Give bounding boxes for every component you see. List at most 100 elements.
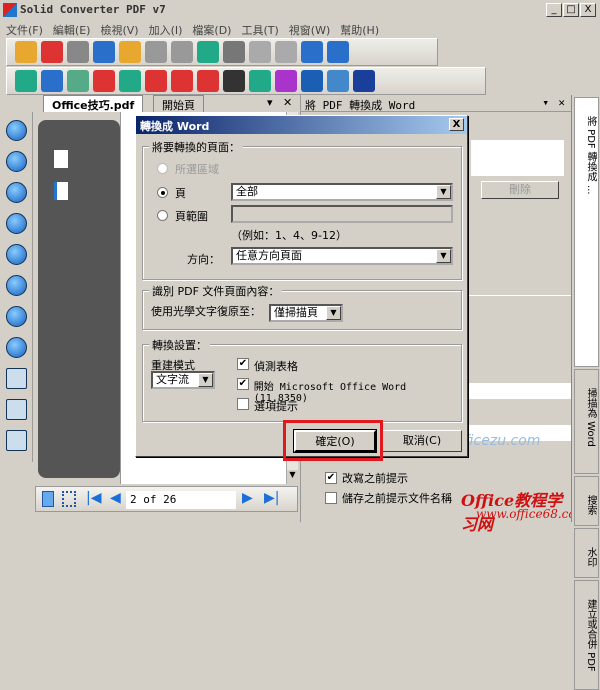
delete-button[interactable]: 刪除 — [481, 181, 559, 199]
detect-tables-checkbox[interactable]: ✔ 偵測表格 — [237, 358, 298, 374]
menu-item-4[interactable]: 檔案(D) — [192, 22, 231, 38]
minimize-button[interactable]: _ — [546, 3, 562, 17]
binoculars-icon[interactable] — [197, 41, 219, 63]
chevron-down-icon[interactable]: ▼ — [436, 249, 451, 263]
menu-item-5[interactable]: 工具(T) — [241, 22, 278, 38]
multi-page-icon[interactable] — [62, 491, 76, 507]
single-page-view-icon[interactable] — [6, 368, 27, 389]
vertical-tab-0[interactable]: 將 PDF 轉換成 ... — [574, 97, 599, 367]
panel-menu-icon[interactable]: ▾ — [542, 96, 549, 109]
panel-close-icon[interactable]: ✕ — [558, 96, 565, 109]
mode-select[interactable]: 文字流 ▼ — [151, 371, 215, 389]
scroll-down-icon[interactable]: ▼ — [287, 470, 298, 484]
radio-page[interactable] — [157, 187, 168, 198]
fit-width-icon[interactable] — [6, 213, 27, 234]
thumbnail-bookmark-icon[interactable] — [54, 182, 68, 200]
chevron-down-icon[interactable]: ▼ — [326, 306, 341, 320]
last-page-icon[interactable]: ▶| — [264, 490, 279, 506]
convert-icon[interactable] — [41, 41, 63, 63]
save-icon[interactable] — [67, 41, 89, 63]
vertical-tab-1[interactable]: 掃描為 Word — [574, 369, 599, 474]
chevron-down-icon[interactable]: ▼ — [436, 185, 451, 199]
two-page-view-icon[interactable] — [6, 399, 27, 420]
to-text-icon[interactable] — [197, 70, 219, 92]
actual-size-icon[interactable] — [6, 182, 27, 203]
maximize-button[interactable]: □ — [563, 3, 579, 17]
main-toolbar — [6, 38, 438, 66]
page-select[interactable]: 全部 ▼ — [231, 183, 453, 201]
text-icon[interactable] — [327, 70, 349, 92]
dialog-close-button[interactable]: X — [449, 118, 464, 131]
zoom-in-icon[interactable] — [6, 120, 27, 141]
menu-item-0[interactable]: 文件(F) — [6, 22, 43, 38]
export-icon[interactable] — [41, 70, 63, 92]
fit-page-icon[interactable] — [6, 275, 27, 296]
menu-item-1[interactable]: 編輯(E) — [53, 22, 91, 38]
checkbox-icon[interactable] — [237, 398, 249, 410]
radio-selection — [157, 163, 168, 174]
zoom-out-icon[interactable] — [6, 151, 27, 172]
vertical-tab-4[interactable]: 建立或合併 PDF — [574, 580, 599, 690]
thumbnail-pages-icon[interactable] — [54, 150, 68, 168]
overwrite-prompt-checkbox[interactable]: ✔ 改寫之前提示 — [325, 470, 408, 486]
print-icon[interactable] — [93, 41, 115, 63]
region-select-icon[interactable] — [353, 70, 375, 92]
cut-icon[interactable] — [223, 41, 245, 63]
orientation-select[interactable]: 任意方向頁面 ▼ — [231, 247, 453, 265]
undo-icon[interactable] — [145, 41, 167, 63]
magnifier-icon[interactable] — [6, 306, 27, 327]
to-powerpoint-icon[interactable] — [145, 70, 167, 92]
pointer-icon[interactable] — [301, 70, 323, 92]
menu-item-6[interactable]: 視窗(W) — [289, 22, 330, 38]
continuous-view-icon[interactable] — [6, 430, 27, 451]
file-list[interactable] — [471, 140, 564, 176]
tab-office-pdf[interactable]: Office技巧.pdf — [43, 95, 144, 112]
to-html-icon[interactable] — [171, 70, 193, 92]
text-select-icon[interactable] — [275, 70, 297, 92]
vertical-tab-2[interactable]: 搜索 — [574, 476, 599, 526]
menu-item-7[interactable]: 幫助(H) — [340, 22, 379, 38]
cancel-button[interactable]: 取消(C) — [382, 430, 462, 452]
email-icon[interactable] — [119, 41, 141, 63]
checkbox-icon[interactable]: ✔ — [325, 472, 337, 484]
radio-page-range[interactable] — [157, 210, 168, 221]
ocr-select[interactable]: 僅掃描頁 ▼ — [269, 304, 343, 322]
checklist-icon[interactable] — [67, 70, 89, 92]
rows-icon[interactable] — [327, 41, 349, 63]
paste-icon[interactable] — [275, 41, 297, 63]
to-pdfa-icon[interactable] — [223, 70, 245, 92]
chevron-down-icon[interactable]: ▼ — [198, 373, 213, 387]
close-button[interactable]: X — [580, 3, 596, 17]
checkbox-icon[interactable] — [325, 492, 337, 504]
to-image-icon[interactable] — [249, 70, 271, 92]
menu-item-2[interactable]: 檢視(V) — [100, 22, 138, 38]
panel-field-1[interactable] — [469, 383, 571, 399]
page-number-input[interactable]: 2 of 26 — [126, 491, 236, 509]
rotate-icon[interactable] — [6, 337, 27, 358]
import-icon[interactable] — [15, 70, 37, 92]
checkbox-icon[interactable]: ✔ — [237, 378, 249, 390]
vertical-tab-3[interactable]: 水印 — [574, 528, 599, 578]
to-word-icon[interactable] — [93, 70, 115, 92]
single-page-icon[interactable] — [42, 491, 54, 507]
tab-close-icon[interactable]: ✕ — [283, 96, 292, 109]
fit-height-icon[interactable] — [6, 244, 27, 265]
prev-page-icon[interactable]: ◀ — [110, 490, 121, 506]
checkbox-label: 選項提示 — [254, 400, 298, 413]
tab-menu-icon[interactable]: ▾ — [267, 96, 273, 109]
next-page-icon[interactable]: ▶ — [242, 490, 253, 506]
menu-item-3[interactable]: 加入(I) — [149, 22, 183, 38]
save-filename-prompt-checkbox[interactable]: 儲存之前提示文件名稱 — [325, 490, 452, 506]
to-excel-icon[interactable] — [119, 70, 141, 92]
tab-start-page[interactable]: 開始頁 — [153, 95, 204, 112]
first-page-icon[interactable]: |◀ — [86, 490, 101, 506]
checkbox-icon[interactable]: ✔ — [237, 358, 249, 370]
option-hints-checkbox[interactable]: 選項提示 — [237, 398, 298, 414]
page-navigation-bar: |◀ ◀ 2 of 26 ▶ ▶| — [35, 486, 298, 512]
redo-icon[interactable] — [171, 41, 193, 63]
select-value: 僅掃描頁 — [274, 306, 318, 319]
copy-icon[interactable] — [249, 41, 271, 63]
page-range-input[interactable] — [231, 205, 453, 223]
two-column-icon[interactable] — [301, 41, 323, 63]
open-folder-icon[interactable] — [15, 41, 37, 63]
